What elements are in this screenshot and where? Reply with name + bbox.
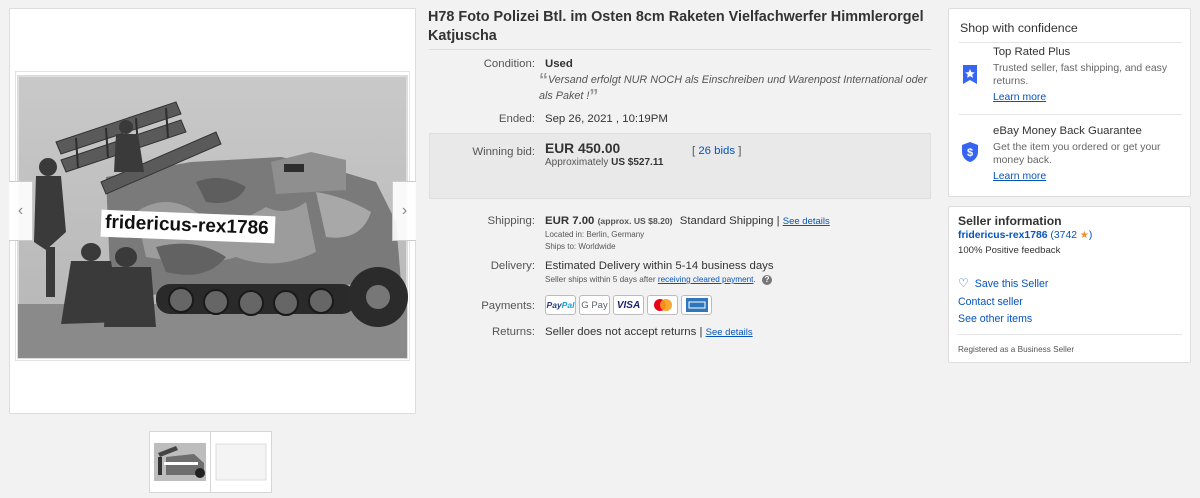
top-rated-text: Trusted seller, fast shipping, and easy … (993, 63, 1168, 87)
panel-divider (959, 114, 1182, 115)
returns-value: Seller does not accept returns | See det… (545, 326, 753, 338)
approx-prefix: Approximately (545, 157, 609, 168)
contact-seller-link[interactable]: Contact seller (958, 296, 1023, 308)
shipping-separator: | (776, 215, 780, 227)
seller-information-panel: Seller information fridericus-rex1786 (3… (948, 206, 1191, 363)
thumbnail-photo-front[interactable] (149, 431, 211, 493)
item-title: H78 Foto Polizei Btl. im Osten 8cm Raket… (428, 9, 924, 44)
paypal-icon: Pay Pal (545, 295, 576, 315)
main-image-frame[interactable]: fridericus-rex1786 ‹ › (9, 8, 416, 414)
winning-bid-price: EUR 450.00 (545, 141, 621, 156)
money-back-shield-icon: $ (962, 142, 978, 162)
money-back-learn-more-link[interactable]: Learn more (993, 171, 1046, 182)
located-in-label: Located in: (545, 230, 585, 239)
chevron-right-icon: › (401, 202, 408, 219)
top-rated-learn-more-link[interactable]: Learn more (993, 92, 1046, 103)
ended-label: Ended: (498, 113, 535, 125)
approx-value: US $527.11 (611, 157, 664, 168)
seller-info-heading: Seller information (958, 214, 1062, 228)
svg-text:$: $ (967, 147, 973, 159)
winning-bid-label: Winning bid: (472, 146, 535, 158)
located-in-value: Berlin, Germany (586, 230, 645, 239)
star-icon: ★ (1079, 230, 1089, 241)
panel-divider (959, 42, 1182, 43)
visa-icon: VISA (613, 295, 644, 315)
feedback-score-value: 3742 (1053, 230, 1078, 241)
business-seller-note: Registered as a Business Seller (958, 345, 1075, 354)
delivery-label: Delivery: (490, 260, 535, 272)
mastercard-icon (647, 295, 678, 315)
thumbnail-front-image (154, 443, 206, 481)
save-seller-button[interactable]: ♡ Save this Seller (958, 276, 1048, 290)
delivery-estimate: Estimated Delivery within 5-14 business … (545, 260, 774, 272)
winning-bid-box (429, 133, 931, 199)
heart-icon: ♡ (958, 276, 969, 290)
shop-confidence-heading: Shop with confidence (960, 21, 1078, 35)
google-pay-icon: G Pay (579, 295, 610, 315)
feedback-score[interactable]: (3742 ★) (1050, 230, 1092, 241)
payments-label: Payments: (481, 300, 535, 312)
payment-methods: Pay Pal G Pay VISA (545, 295, 712, 315)
delivery-note-suffix: . (753, 275, 756, 284)
condition-value: Used (545, 58, 573, 70)
returns-separator: | (699, 326, 703, 338)
next-image-button[interactable]: › (392, 181, 416, 241)
previous-image-button[interactable]: ‹ (9, 181, 33, 241)
save-seller-label: Save this Seller (974, 278, 1049, 290)
delivery-note-prefix: Seller ships within 5 days after (545, 275, 656, 284)
shop-with-confidence-panel: Shop with confidence Top Rated Plus Trus… (948, 8, 1191, 197)
see-other-items-link[interactable]: See other items (958, 313, 1032, 325)
title-divider (429, 49, 931, 50)
item-photo[interactable]: fridericus-rex1786 (15, 71, 410, 361)
bid-history-link[interactable]: 26 bids (698, 145, 735, 157)
ships-to-value: Worldwide (578, 242, 616, 251)
money-back-title: eBay Money Back Guarantee (993, 125, 1142, 137)
condition-label: Condition: (483, 58, 535, 70)
thumbnail-photo-back[interactable] (210, 431, 272, 493)
positive-feedback: 100% Positive feedback (958, 245, 1061, 256)
shipping-price: EUR 7.00 (545, 215, 595, 227)
located-in: Located in: Berlin, Germany (545, 230, 644, 239)
bids-bracket-close: ] (738, 145, 742, 157)
returns-label: Returns: (491, 326, 535, 338)
bids-bracket-open: [ (692, 145, 696, 157)
shipping-value: EUR 7.00 (approx. US $8.20) Standard Shi… (545, 215, 830, 227)
seller-name-row: fridericus-rex1786 (3742 ★) (958, 230, 1092, 241)
bid-count: [ 26 bids ] (692, 145, 741, 157)
thumbnail-back-image (215, 443, 267, 481)
ended-value: Sep 26, 2021 , 10:19PM (545, 113, 668, 125)
ships-to: Ships to: Worldwide (545, 242, 616, 251)
score-paren-close: ) (1088, 230, 1093, 241)
american-express-icon (681, 295, 712, 315)
money-back-text: Get the item you ordered or get your mon… (993, 142, 1161, 166)
top-rated-title: Top Rated Plus (993, 46, 1071, 58)
shipping-approx: (approx. US $8.20) (597, 216, 673, 226)
returns-policy: Seller does not accept returns (545, 326, 697, 338)
ships-to-label: Ships to: (545, 242, 577, 251)
returns-see-details-link[interactable]: See details (706, 327, 753, 338)
shipping-label: Shipping: (487, 215, 536, 227)
shipping-service: Standard Shipping (679, 215, 774, 227)
condition-description: “Versand erfolgt NUR NOCH als Einschreib… (539, 70, 929, 106)
cleared-payment-link[interactable]: receiving cleared payment (658, 275, 754, 284)
top-rated-badge-icon (963, 65, 977, 84)
panel-divider (957, 334, 1182, 335)
delivery-note: Seller ships within 5 days after receivi… (545, 275, 773, 285)
close-quote-icon: ” (589, 86, 599, 106)
shipping-see-details-link[interactable]: See details (783, 216, 830, 227)
help-icon[interactable]: ? (762, 275, 773, 285)
open-quote-icon: “ (539, 70, 548, 90)
chevron-left-icon: ‹ (17, 202, 24, 219)
winning-bid-approx: Approximately US $527.11 (545, 157, 663, 168)
seller-name-link[interactable]: fridericus-rex1786 (958, 230, 1048, 241)
